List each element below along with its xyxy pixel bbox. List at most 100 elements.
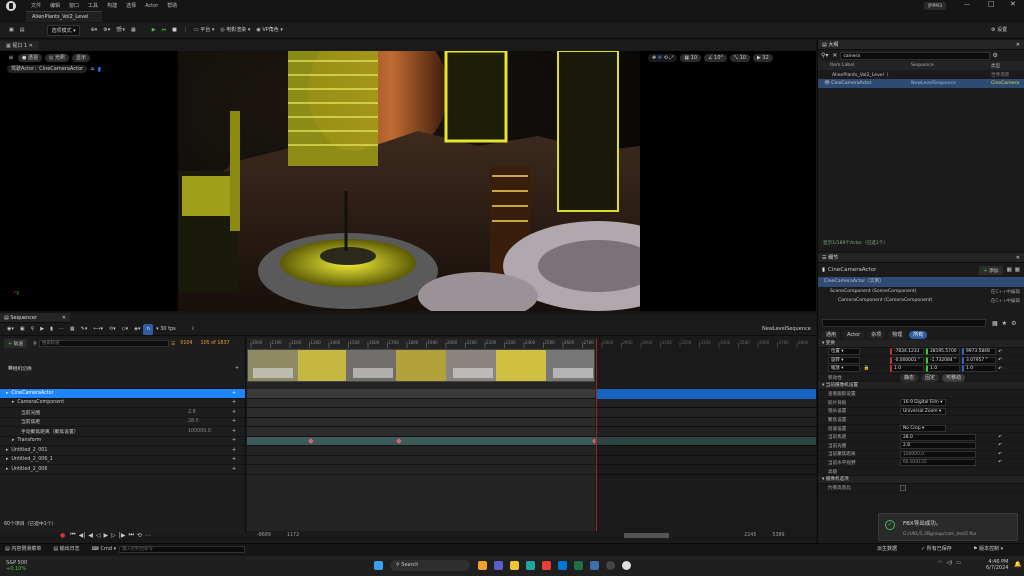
stop-icon[interactable]: ■ [169,25,180,36]
curve-icon[interactable]: ⌇ [189,324,197,335]
close-button[interactable]: ✕ [1010,0,1016,8]
track-add-icon[interactable]: + [232,419,236,424]
outliner-row-world[interactable]: AlienPlants_Vol2_Level（ 世界场景 [818,70,1024,79]
transform-tools[interactable]: ✥ ✥ ⟲ ⤢ [648,54,678,62]
track-row[interactable]: ▸ Untitled_2_006_1 + [0,456,245,465]
close-icon[interactable]: ✕ [1016,40,1020,50]
grid-view-icon[interactable]: ▦ [992,320,998,327]
filter-general[interactable]: 通用 [822,331,841,339]
track-add-icon[interactable]: + [232,438,236,443]
reset-icon[interactable]: ↶ [998,349,1002,355]
show-button[interactable]: 显示 [71,54,90,62]
minimize-button[interactable]: — [964,1,970,8]
saved-button[interactable]: ✓ 所有已保存 [918,544,955,555]
add-actor-icon[interactable]: ⊕▾ [88,25,101,36]
reset-icon[interactable]: ↶ [998,366,1002,372]
hamburger-icon[interactable]: ≡ [7,55,15,61]
close-icon[interactable]: ✕ [1016,253,1020,263]
clock[interactable]: 4:46 PM 6/7/2024 [986,559,1008,571]
track-row[interactable]: ▸ Transform + [0,437,245,446]
track-row[interactable]: 手动聚焦距离（聚焦设置） 100000.0 + [0,427,245,437]
camera-icon[interactable]: ▮ [47,324,56,335]
blueprint-icon[interactable]: ▦ [1007,267,1012,273]
reset-icon[interactable]: ↶ [998,357,1002,363]
derived-data-button[interactable]: 派生数据 [874,544,900,555]
play-options-icon[interactable]: ⋮ [180,25,191,36]
scale-y[interactable]: 1.0 [926,365,960,373]
filter-actor[interactable]: Actor [843,331,865,339]
play-icon[interactable]: ▶ [104,532,109,539]
outliner-row-camera[interactable]: 👁 CineCameraActor NewLevelSequence CineC… [818,79,1024,88]
save-icon[interactable]: ▣ [6,25,17,36]
save-icon[interactable]: ▣ [17,324,28,335]
outliner-search-input[interactable]: camera [840,51,991,60]
mode-select[interactable]: 选项模式 ▾ [47,25,80,36]
app-icon[interactable] [589,561,599,570]
sequencer-tab[interactable]: ▤ Sequencer ✕ [0,313,70,323]
edge-icon[interactable] [525,561,535,570]
taskbar-search[interactable]: ⚲ Search [390,560,470,571]
notification-toast[interactable]: ✓ FBX导出成功。 G:/UKL/5.2Bgroup/cam_test2.fb… [878,513,1018,541]
col-sequence[interactable]: Sequence [911,63,991,68]
expand-arrow-icon[interactable]: ▸ [6,448,8,453]
section-camera-settings[interactable]: ▾ 当前摄像机设置 [818,382,1024,391]
settings-menu[interactable]: ⚙ 设置 [988,25,1010,36]
tools-icon[interactable]: ✎▾ [78,324,91,335]
scale-snap-button[interactable]: ⤡ 10 [730,54,750,62]
menu-build[interactable]: 构建 [107,2,117,9]
star-icon[interactable]: ★ [1002,320,1007,327]
track-add-icon[interactable]: + [232,410,236,415]
section-focus[interactable]: 聚焦设置 [818,416,1024,425]
stock-widget[interactable]: S&P 500 +0.10% [6,560,27,572]
rotation-z[interactable]: 3.07957 ° [962,356,996,364]
dots-icon[interactable]: ⋯ [56,324,67,335]
cmd-select[interactable]: ⌨ Cmd ▾ [89,544,119,555]
lit-button[interactable]: ◎ 光照 [44,54,69,62]
reset-icon[interactable]: ↶ [998,452,1002,457]
widgets-icon[interactable] [477,561,487,570]
section-transform[interactable]: ▾ 变换 [818,340,1024,348]
track-add-icon[interactable]: + [232,467,236,472]
add-icon[interactable]: + [235,366,239,371]
explorer-icon[interactable] [509,561,519,570]
menu-window[interactable]: 窗口 [69,2,79,9]
notification-bell-icon[interactable]: 🔔 [1014,561,1021,568]
content-drawer-button[interactable]: ▤ 内容侧滑菜单 [2,544,44,555]
next-key-icon[interactable]: |▶ [119,532,126,539]
track-row[interactable]: ▸ CineCameraActor + [0,389,245,399]
scale-dropdown[interactable]: 缩放 ▾ [828,365,860,373]
section-camera-options[interactable]: ▾ 摄像机选项 [818,476,1024,485]
play-reverse-icon[interactable]: ◁ [96,532,101,539]
playback-icon[interactable]: ⟲▾ [106,324,119,335]
blueprint-icon[interactable]: ⚙▾ [100,25,113,36]
track-value[interactable]: 28.0 [188,419,199,424]
menu-tools[interactable]: 工具 [88,2,98,9]
wifi-icon[interactable]: ◠ [938,560,942,566]
record-icon[interactable]: ● [60,532,65,539]
track-row[interactable]: ▸ Untitled_2_006 + [0,465,245,475]
constrain-checkbox[interactable] [900,485,906,492]
add-track-button[interactable]: + 轨道 [4,339,28,348]
lock-icon[interactable]: 🔒 [863,366,869,371]
component-tree-item[interactable]: CameraComponent (CameraComponent) 在C++中编辑 [818,296,1024,305]
range-bar[interactable]: -8689 1172 2245 5389 [247,531,816,540]
pilot-label[interactable]: 驾驶Actor：CineCameraActor [7,65,88,73]
maximize-button[interactable]: □ [988,0,995,8]
expand-arrow-icon[interactable]: ▸ [6,391,8,396]
range-end[interactable]: 5389 [772,533,784,538]
unreal-logo-icon[interactable] [6,0,16,11]
layout-icon[interactable]: ▦ [1015,267,1020,273]
first-frame-icon[interactable]: ⏮ [70,531,75,539]
focal-input[interactable]: 28.0 [900,433,976,441]
track-add-icon[interactable]: + [232,400,236,405]
fps-select[interactable]: ▾ 30 fps [153,324,179,335]
menu-file[interactable]: 文件 [31,2,41,9]
crop-select[interactable]: No Crop ▾ [900,425,946,433]
scene-render[interactable] [178,51,640,311]
level-tab[interactable]: AlienPlants_Vol2_Level [26,11,102,22]
track-value[interactable]: 100000.0 [188,429,211,434]
skip-icon[interactable]: ⏭ [159,25,170,36]
filter-misc[interactable]: 杂项 [867,331,886,339]
range-out[interactable]: 2245 [744,533,756,538]
excel-icon[interactable] [573,561,583,570]
